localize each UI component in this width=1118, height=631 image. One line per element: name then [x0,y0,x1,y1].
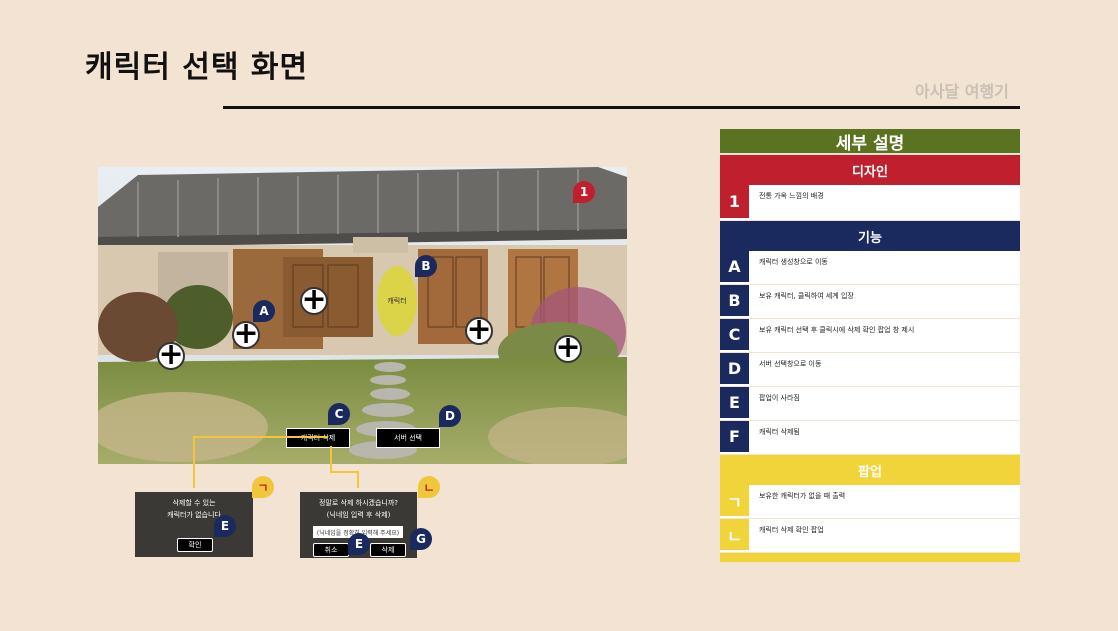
marker-e-popup1: E [214,515,236,537]
function-row-e: E 팝업이 사라짐 [720,387,1020,421]
page-title: 캐릭터 선택 화면 [85,50,309,85]
popup2-cancel-button[interactable]: 취소 [313,543,349,557]
connector-line [357,471,359,488]
function-row-b: B 보유 캐릭터, 클릭하여 세계 입장 [720,285,1020,319]
design-desc-1: 전통 가옥 느낌의 배경 [759,192,824,200]
function-desc-e: 팝업이 사라짐 [759,394,800,402]
create-character-slot-4[interactable]: + [465,314,493,345]
popup-desc-2: 캐릭터 삭제 확인 팝업 [759,526,824,534]
connector-line [193,436,328,438]
create-character-slot-5[interactable]: + [554,332,582,363]
detail-panel: 세부 설명 디자인 1 전통 가옥 느낌의 배경 기능 A 캐릭터 생성창으로 … [720,129,1020,562]
design-row-1: 1 전통 가옥 느낌의 배경 [720,185,1020,221]
popup-row-1: ㄱ 보유한 캐릭터가 없을 때 출력 [720,485,1020,519]
function-desc-d: 서버 선택창으로 이동 [759,360,822,368]
marker-g-popup2: G [410,528,432,550]
popup-section-header: 팝업 [720,455,1020,485]
popup1-tag: ㄱ [252,476,274,498]
function-row-f: F 캐릭터 삭제됨 [720,421,1020,455]
title-divider [223,106,1020,109]
popup1-ok-button[interactable]: 확인 [177,538,213,552]
popup-key-1: ㄱ [720,485,749,516]
popup-row-2: ㄴ 캐릭터 삭제 확인 팝업 [720,519,1020,553]
brand-label: 아사달 여행기 [915,82,1009,101]
function-desc-a: 캐릭터 생성창으로 이동 [759,258,828,266]
connector-line [330,446,332,472]
delete-character-button[interactable]: 캐릭터 삭제 [286,428,350,448]
popup2-tag: ㄴ [418,476,440,498]
create-character-slot-1[interactable]: + [157,339,185,370]
server-select-button[interactable]: 서버 선택 [376,428,440,448]
function-row-c: C 보유 캐릭터 선택 후 클릭시에 삭제 확인 팝업 창 제시 [720,319,1020,353]
marker-1: 1 [573,181,595,203]
popup2-delete-button[interactable]: 삭제 [370,543,406,557]
popup-key-2: ㄴ [720,519,749,550]
panel-header: 세부 설명 [720,129,1020,154]
panel-footer-bar [720,553,1020,562]
function-key-a: A [720,251,749,282]
function-desc-f: 캐릭터 삭제됨 [759,428,800,436]
function-desc-c: 보유 캐릭터 선택 후 클릭시에 삭제 확인 팝업 창 제시 [759,326,915,334]
popup-desc-1: 보유한 캐릭터가 없을 때 출력 [759,492,846,500]
function-key-e: E [720,387,749,418]
popup2-line2: (닉네임 입력 후 삭제) [326,511,391,519]
marker-a: A [253,300,275,322]
marker-d: D [439,405,461,427]
function-key-d: D [720,353,749,384]
function-section-header: 기능 [720,221,1020,251]
design-key-1: 1 [720,185,749,218]
marker-c: C [328,403,350,425]
popup2-line1: 정말로 삭제 하시겠습니까? [318,499,398,507]
marker-e-popup2: E [348,533,370,555]
owned-character-label: 캐릭터 [387,297,407,305]
create-character-slot-3[interactable]: + [300,284,328,315]
function-key-c: C [720,319,749,350]
popup1-line2: 캐릭터가 없습니다 [167,511,221,519]
hanok-background-scene: + + + + + 캐릭터 캐릭터 삭제 서버 선택 1 A B C D [98,167,627,464]
function-row-d: D 서버 선택창으로 이동 [720,353,1020,387]
owned-character[interactable]: 캐릭터 [377,266,417,336]
design-section-header: 디자인 [720,155,1020,185]
connector-line [193,436,195,488]
popup1-line1: 삭제할 수 있는 [172,499,216,507]
function-key-b: B [720,285,749,316]
function-key-f: F [720,421,749,452]
function-row-a: A 캐릭터 생성창으로 이동 [720,251,1020,285]
connector-line [330,471,358,473]
marker-b: B [415,255,437,277]
function-desc-b: 보유 캐릭터, 클릭하여 세계 입장 [759,292,854,300]
hanok-illustration [98,167,627,464]
create-character-slot-2[interactable]: + [232,318,260,349]
